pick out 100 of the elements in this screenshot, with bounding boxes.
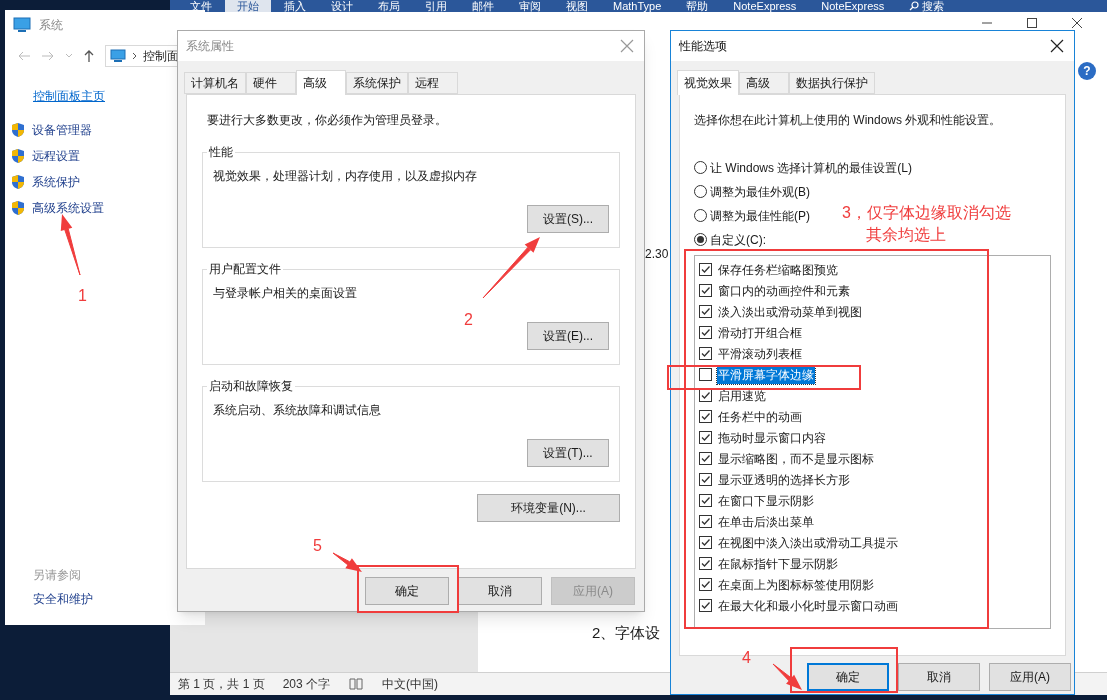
checkbox[interactable] — [699, 473, 712, 486]
radio-button[interactable] — [694, 233, 707, 246]
checkbox[interactable] — [699, 452, 712, 465]
option-label[interactable]: 在单击后淡出菜单 — [717, 512, 815, 531]
annotation-label: 4 — [742, 648, 751, 668]
ribbon-tab[interactable]: MathType — [601, 0, 674, 12]
related-link[interactable]: 安全和维护 — [33, 590, 93, 608]
option-label[interactable]: 窗口内的动画控件和元素 — [717, 281, 851, 300]
maximize-icon[interactable] — [1025, 16, 1039, 30]
monitor-icon — [13, 17, 31, 33]
dialog-button[interactable]: 取消 — [458, 577, 542, 605]
task-link[interactable]: 远程设置 — [32, 147, 80, 165]
radio-label[interactable]: 调整为最佳性能(P) — [710, 206, 810, 225]
option-label[interactable]: 显示缩略图，而不是显示图标 — [717, 449, 875, 468]
group-description: 视觉效果，处理器计划，内存使用，以及虚拟内存 — [213, 168, 478, 185]
dialog-button[interactable]: 环境变量(N)... — [477, 494, 620, 522]
dialog-button[interactable]: 设置(E)... — [527, 322, 609, 350]
radio-label[interactable]: 调整为最佳外观(B) — [710, 182, 810, 201]
group-description: 系统启动、系统故障和调试信息 — [213, 402, 382, 419]
option-label[interactable]: 在鼠标指针下显示阴影 — [717, 554, 839, 573]
status-text[interactable]: 中文(中国) — [382, 675, 439, 693]
tab[interactable]: 高级 — [296, 70, 346, 95]
checkbox[interactable] — [699, 326, 712, 339]
checkbox[interactable] — [699, 536, 712, 549]
tab[interactable]: 视觉效果 — [677, 70, 739, 95]
ribbon-tab[interactable]: 邮件 — [460, 0, 506, 12]
checkbox[interactable] — [699, 263, 712, 276]
checkbox[interactable] — [699, 305, 712, 318]
dialog-button[interactable]: 取消 — [898, 663, 980, 691]
option-label[interactable]: 在窗口下显示阴影 — [717, 491, 815, 510]
tab[interactable]: 高级 — [739, 72, 789, 94]
dialog-button[interactable]: 确定 — [365, 577, 449, 605]
chevron-right-icon — [132, 52, 137, 60]
task-link[interactable]: 系统保护 — [32, 173, 80, 191]
ribbon-tab[interactable]: 审阅 — [507, 0, 553, 12]
radio-button[interactable] — [694, 185, 707, 198]
annotation-arrow — [482, 237, 540, 299]
check-icon — [700, 495, 711, 506]
monitor-icon — [110, 49, 126, 63]
checkbox[interactable] — [699, 368, 712, 381]
option-label[interactable]: 启用速览 — [717, 386, 767, 405]
check-icon — [700, 390, 711, 401]
ribbon-tab[interactable]: 插入 — [272, 0, 318, 12]
ribbon-tab[interactable]: 布局 — [366, 0, 412, 12]
tab[interactable]: 硬件 — [246, 72, 296, 94]
task-link[interactable]: 设备管理器 — [32, 121, 92, 139]
option-label[interactable]: 拖动时显示窗口内容 — [717, 428, 827, 447]
ribbon-tab[interactable]: NoteExpress — [721, 0, 809, 12]
option-label[interactable]: 在视图中淡入淡出或滑动工具提示 — [717, 533, 899, 552]
checkbox[interactable] — [699, 410, 712, 423]
option-label[interactable]: 在最大化和最小化时显示窗口动画 — [717, 596, 899, 615]
book-icon[interactable] — [348, 677, 365, 691]
radio-button[interactable] — [694, 209, 707, 222]
radio-label[interactable]: 自定义(C): — [710, 230, 766, 249]
option-label[interactable]: 任务栏中的动画 — [717, 407, 803, 426]
radio-label[interactable]: 让 Windows 选择计算机的最佳设置(L) — [710, 158, 912, 177]
checkbox[interactable] — [699, 347, 712, 360]
dialog-button[interactable]: 应用(A) — [989, 663, 1071, 691]
home-link[interactable]: 控制面板主页 — [33, 87, 105, 105]
dialog-button[interactable]: 设置(T)... — [527, 439, 609, 467]
option-label[interactable]: 显示亚透明的选择长方形 — [717, 470, 851, 489]
option-label[interactable]: 淡入淡出或滑动菜单到视图 — [717, 302, 863, 321]
ribbon-tab[interactable]: 开始 — [225, 0, 271, 12]
checkbox[interactable] — [699, 494, 712, 507]
shield-icon — [11, 174, 25, 190]
option-label[interactable]: 滑动打开组合框 — [717, 323, 803, 342]
checkbox[interactable] — [699, 515, 712, 528]
checkbox[interactable] — [699, 557, 712, 570]
dialog-button[interactable]: 设置(S)... — [527, 205, 609, 233]
close-icon[interactable] — [1050, 39, 1064, 53]
ribbon-tab[interactable]: 引用 — [413, 0, 459, 12]
option-label[interactable]: 在桌面上为图标标签使用阴影 — [717, 575, 875, 594]
search-label[interactable]: 搜索 — [922, 0, 945, 12]
checkbox[interactable] — [699, 284, 712, 297]
tab[interactable]: 系统保护 — [346, 72, 408, 94]
radio-button[interactable] — [694, 161, 707, 174]
ribbon-tab[interactable]: 帮助 — [674, 0, 721, 12]
annotation-arrow — [60, 214, 81, 276]
option-label[interactable]: 保存任务栏缩略图预览 — [717, 260, 839, 279]
tab[interactable]: 计算机名 — [184, 72, 246, 94]
checkbox[interactable] — [699, 431, 712, 444]
checkbox[interactable] — [699, 599, 712, 612]
annotation-label: 3，仅字体边缘取消勾选 — [842, 203, 1011, 223]
status-text: 第 1 页，共 1 页 — [178, 676, 265, 693]
option-label[interactable]: 平滑滚动列表框 — [717, 344, 803, 363]
ribbon-tab[interactable]: 设计 — [319, 0, 365, 12]
dialog-button[interactable]: 确定 — [807, 663, 889, 691]
tab[interactable]: 数据执行保护 — [789, 72, 875, 94]
tab[interactable]: 远程 — [408, 72, 458, 94]
close-icon[interactable] — [1070, 16, 1084, 30]
search-icon[interactable] — [909, 1, 920, 11]
annotation-label: 1 — [78, 286, 87, 306]
ribbon-tab[interactable]: NoteExpress — [809, 0, 897, 12]
up-arrow-icon[interactable] — [83, 49, 95, 63]
checkbox[interactable] — [699, 578, 712, 591]
check-icon — [700, 537, 711, 548]
section-heading: 另请参阅 — [33, 567, 81, 584]
ribbon-tab[interactable]: 视图 — [554, 0, 600, 12]
task-link[interactable]: 高级系统设置 — [32, 199, 104, 217]
check-icon — [700, 474, 711, 485]
